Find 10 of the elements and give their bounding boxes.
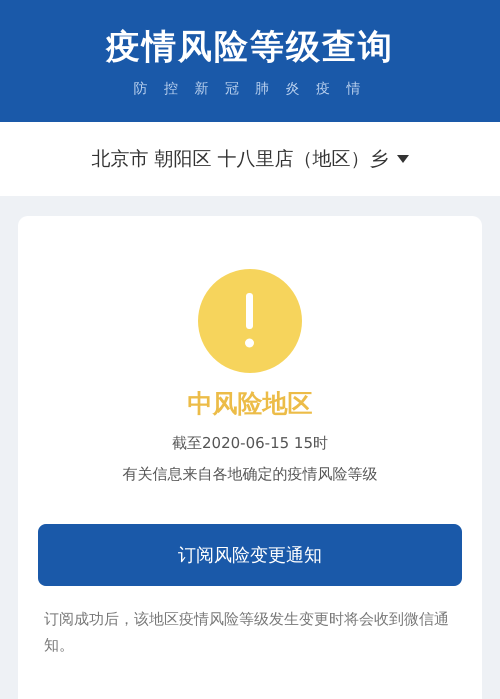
location-selector[interactable]: 北京市 朝阳区 十八里店（地区）乡: [0, 122, 500, 196]
risk-level: 中风险地区: [188, 388, 312, 420]
warning-icon: [198, 269, 302, 373]
subscribe-button[interactable]: 订阅风险变更通知: [38, 524, 462, 586]
update-time: 截至2020-06-15 15时: [172, 434, 328, 453]
source-note: 有关信息来自各地确定的疫情风险等级: [122, 465, 378, 484]
app-title: 疫情风险等级查询: [106, 26, 394, 69]
subscribe-note: 订阅成功后，该地区疫情风险等级发生变更时将会收到微信通知。: [43, 609, 450, 656]
caret-icon: [396, 155, 409, 163]
app-subtitle: 防 控 新 冠 肺 炎 疫 情: [133, 80, 367, 98]
